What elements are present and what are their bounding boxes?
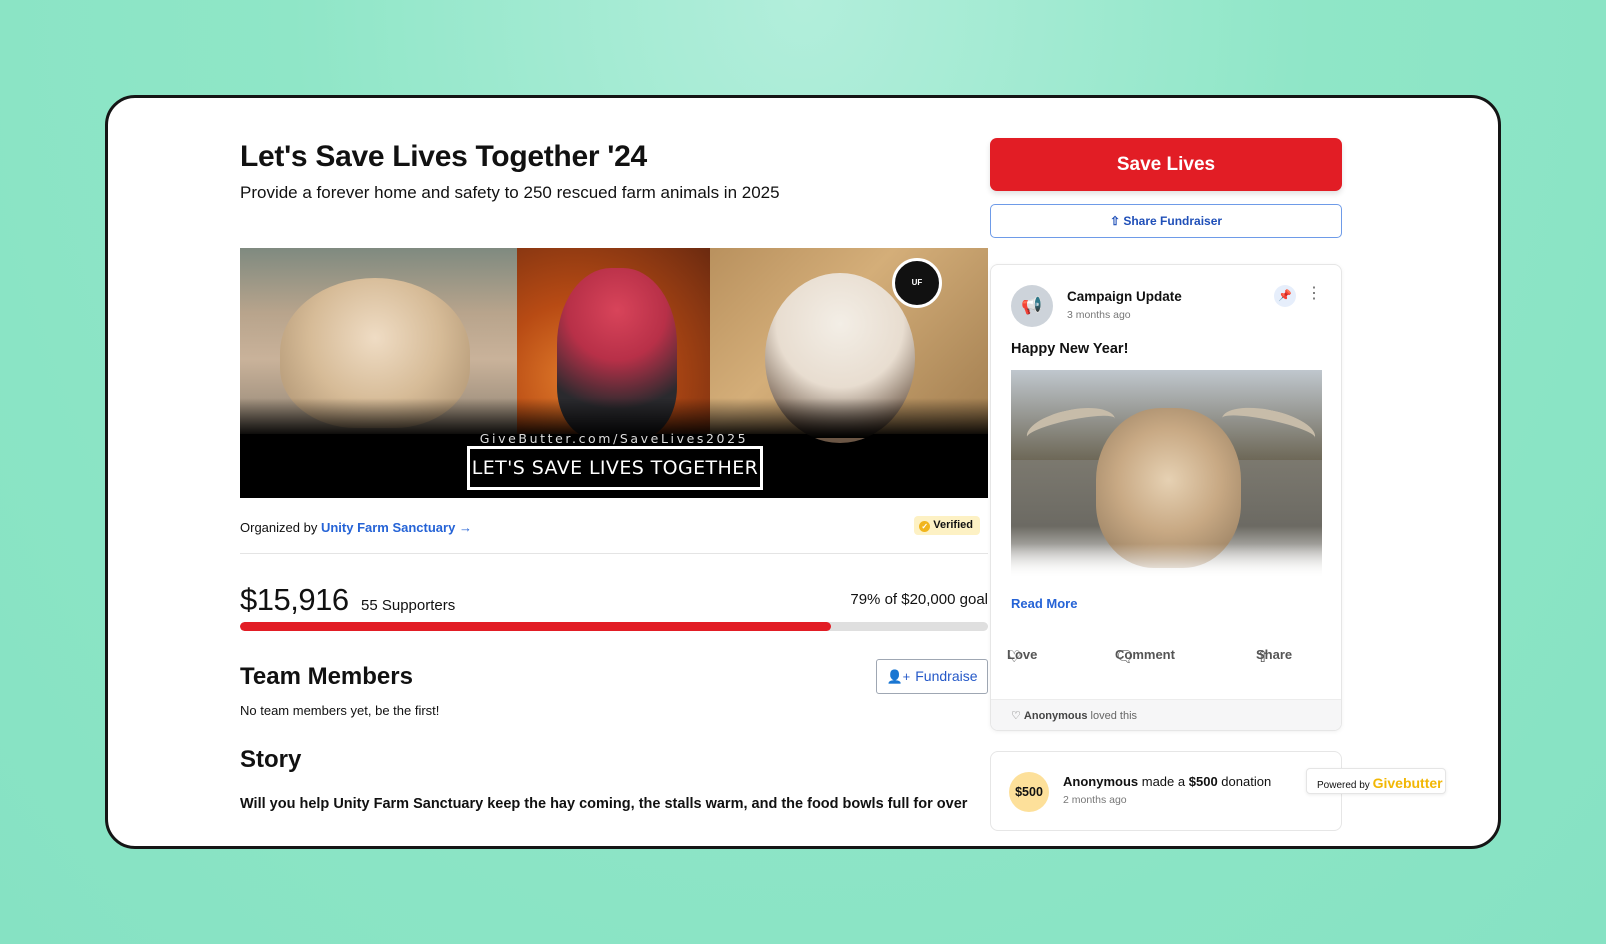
- browser-frame: Let's Save Lives Together '24 Provide a …: [105, 95, 1501, 849]
- verified-badge: ✓ Verified: [914, 516, 980, 535]
- givebutter-logo: Givebutter: [1372, 775, 1443, 791]
- share-label: Share: [1256, 647, 1293, 662]
- check-icon: ✓: [919, 521, 931, 532]
- footer-name: Anonymous: [1023, 710, 1088, 722]
- save-lives-button[interactable]: Save Lives: [990, 138, 1342, 191]
- donation-card: $500 Anonymous made a $500 donation 2 mo…: [990, 751, 1342, 831]
- update-title: Campaign Update: [1067, 289, 1182, 304]
- story-text: Will you help Unity Farm Sanctuary keep …: [240, 796, 968, 812]
- donor-name: Anonymous: [1063, 774, 1139, 789]
- organizer-link[interactable]: Unity Farm Sanctuary →: [321, 520, 472, 535]
- main-column: Let's Save Lives Together '24 Provide a …: [240, 138, 988, 812]
- heart-outline-icon: ♡: [1011, 710, 1024, 722]
- hero-tagline: LET'S SAVE LIVES TOGETHER: [467, 446, 763, 490]
- update-photo[interactable]: [1011, 370, 1322, 578]
- organizer-prefix: Organized by: [240, 520, 318, 535]
- donation-time: 2 months ago: [1063, 794, 1127, 806]
- comment-label: Comment: [1115, 647, 1175, 662]
- hero-url-text: GiveButter.com/SaveLives2025: [479, 431, 749, 446]
- upload-icon: ⇧: [1109, 214, 1124, 228]
- love-label: Love: [1007, 647, 1038, 662]
- fundraise-button[interactable]: 👤+ Fundraise: [876, 659, 988, 694]
- progress-bar: [240, 622, 988, 631]
- supporter-count: 55 Supporters: [361, 597, 456, 614]
- update-heading: Happy New Year!: [1011, 341, 1129, 357]
- powered-by-badge[interactable]: Powered by Givebutter: [1306, 768, 1446, 794]
- fundraise-label: Fundraise: [915, 668, 978, 684]
- update-actions: ♡ Love 🗨 Comment ⇧ Share: [1007, 647, 1327, 669]
- add-user-icon: 👤+: [886, 669, 911, 684]
- progress-fill: [240, 622, 831, 631]
- donation-amount: $500: [1188, 774, 1218, 789]
- sidebar: Save Lives ⇧ Share Fundraiser 📢 Campaign…: [990, 138, 1342, 831]
- page-subtitle: Provide a forever home and safety to 250…: [240, 183, 780, 202]
- donation-amount-badge: $500: [1009, 772, 1049, 812]
- update-footer: ♡ Anonymous loved this: [991, 699, 1341, 730]
- donation-mid: made a: [1141, 774, 1186, 789]
- share-fundraiser-button[interactable]: ⇧ Share Fundraiser: [990, 204, 1342, 238]
- more-options-icon[interactable]: ⋮: [1306, 283, 1322, 303]
- team-header: Team Members 👤+ Fundraise: [240, 659, 988, 695]
- goal-text: 79% of $20,000 goal: [850, 591, 988, 608]
- verified-label: Verified: [933, 519, 973, 531]
- amount-raised: $15,916: [240, 582, 349, 617]
- team-empty-text: No team members yet, be the first!: [240, 703, 440, 718]
- pin-icon[interactable]: 📌: [1274, 285, 1296, 307]
- update-time: 3 months ago: [1067, 309, 1131, 321]
- organizer-row: Organized by Unity Farm Sanctuary → ✓ Ver…: [240, 516, 988, 554]
- donation-text: Anonymous made a $500 donation: [1063, 774, 1271, 789]
- photo-fade: [1011, 544, 1322, 578]
- megaphone-icon: 📢: [1011, 285, 1053, 327]
- campaign-update-card: 📢 Campaign Update 3 months ago 📌 ⋮ Happy…: [990, 264, 1342, 731]
- unity-farm-logo: UF: [892, 258, 942, 308]
- hero-image: UF GiveButter.com/SaveLives2025 LET'S SA…: [240, 248, 988, 498]
- footer-text: loved this: [1090, 710, 1138, 722]
- read-more-link[interactable]: Read More: [1011, 596, 1077, 611]
- page-title: Let's Save Lives Together '24: [240, 140, 647, 173]
- powered-prefix: Powered by: [1317, 780, 1370, 791]
- donation-suffix: donation: [1221, 774, 1272, 789]
- story-heading: Story: [240, 746, 302, 773]
- share-fundraiser-label: Share Fundraiser: [1123, 214, 1223, 228]
- fundraising-stats: $15,916 55 Supporters 79% of $20,000 goa…: [240, 582, 988, 617]
